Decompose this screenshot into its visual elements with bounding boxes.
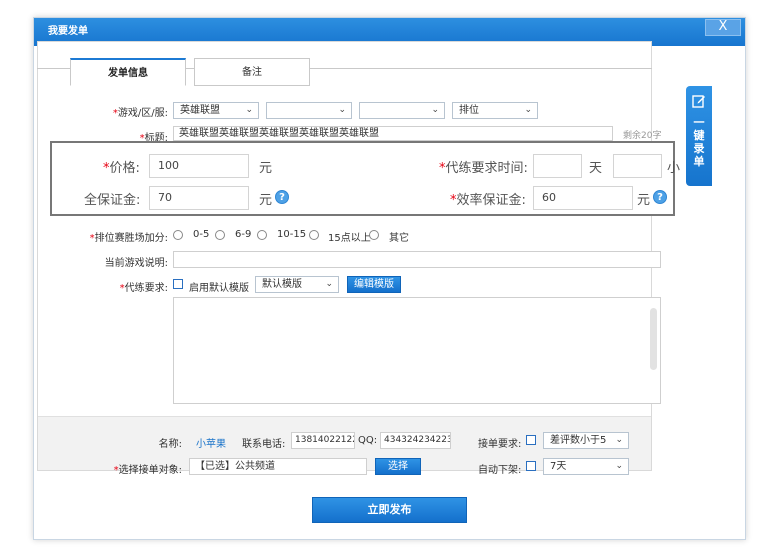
template-select[interactable]: 默认模版 ⌄ — [255, 276, 339, 293]
chevron-down-icon: ⌄ — [431, 105, 439, 115]
qq-label: QQ: — [358, 435, 378, 446]
chevron-down-icon: ⌄ — [615, 435, 623, 445]
default-template-checkbox[interactable] — [173, 279, 183, 289]
game-label: *游戏/区/服: — [96, 104, 168, 119]
region-select[interactable]: ⌄ — [266, 102, 352, 119]
game-select[interactable]: 英雄联盟 ⌄ — [173, 102, 259, 119]
auto-delist-select[interactable]: 7天 ⌄ — [543, 458, 629, 475]
rank-radio-0-5[interactable] — [173, 230, 183, 240]
scrollbar-thumb[interactable] — [650, 308, 657, 370]
qq-input[interactable]: 434324234223 — [380, 432, 451, 449]
efficiency-deposit-input[interactable]: 60 — [533, 186, 633, 210]
accept-requirement-select[interactable]: 差评数小于5 ⌄ — [543, 432, 629, 449]
edit-icon — [692, 95, 705, 108]
price-input[interactable]: 100 — [149, 154, 249, 178]
tab-order-info[interactable]: 发单信息 — [70, 58, 186, 86]
time-hours-unit: 小 — [667, 161, 681, 176]
accept-requirement-value: 差评数小于5 — [550, 435, 607, 446]
game-desc-input[interactable] — [173, 251, 661, 268]
rank-option-label: 其它 — [389, 233, 409, 244]
rank-option-label: 6-9 — [235, 229, 252, 240]
select-target-button[interactable]: 选择 — [375, 458, 421, 475]
price-unit: 元 — [259, 161, 273, 176]
deposit-label: 全保证金: — [84, 193, 141, 208]
title-remaining: 剩余20字 — [623, 131, 662, 141]
time-days-input[interactable] — [533, 154, 582, 178]
quick-entry-tab[interactable]: 一键录单 — [686, 86, 712, 186]
time-hours-input[interactable] — [613, 154, 662, 178]
auto-delist-label: 自动下架: — [478, 465, 522, 476]
deposit-unit: 元 — [259, 193, 273, 208]
edit-template-button[interactable]: 编辑模版 — [347, 276, 401, 293]
game-desc-label: 当前游戏说明: — [104, 258, 168, 269]
rank-option-label: 10-15 — [277, 229, 307, 240]
server-select[interactable]: ⌄ — [359, 102, 445, 119]
chevron-down-icon: ⌄ — [615, 461, 623, 471]
template-select-value: 默认模版 — [262, 279, 302, 290]
game-select-value: 英雄联盟 — [180, 105, 220, 116]
auto-delist-checkbox[interactable] — [526, 461, 536, 471]
rank-radio-10-15[interactable] — [257, 230, 267, 240]
requirements-label: *代练要求: — [119, 283, 168, 294]
efficiency-deposit-label: *效率保证金: — [450, 193, 526, 208]
chevron-down-icon: ⌄ — [524, 105, 532, 115]
name-label: 名称: — [158, 439, 182, 450]
quick-entry-label: 一键录单 — [693, 116, 705, 168]
tab-notes[interactable]: 备注 — [194, 58, 310, 86]
publish-button[interactable]: 立即发布 — [312, 497, 467, 523]
time-days-unit: 天 — [589, 161, 603, 176]
name-value-link[interactable]: 小苹果 — [196, 435, 226, 450]
target-label: *选择接单对象: — [113, 465, 182, 476]
accept-requirement-checkbox[interactable] — [526, 435, 536, 445]
chevron-down-icon: ⌄ — [338, 105, 346, 115]
deposit-input[interactable]: 70 — [149, 186, 249, 210]
requirements-textarea[interactable] — [173, 297, 661, 404]
efficiency-deposit-unit: 元 — [637, 193, 651, 208]
rank-radio-6-9[interactable] — [215, 230, 225, 240]
close-button[interactable]: X — [705, 19, 741, 36]
title-input[interactable]: 英雄联盟英雄联盟英雄联盟英雄联盟英雄联盟 — [173, 126, 613, 141]
rank-radio-other[interactable] — [369, 230, 379, 240]
accept-requirement-label: 接单要求: — [478, 439, 522, 450]
help-icon[interactable]: ? — [275, 190, 289, 204]
type-select[interactable]: 排位 ⌄ — [452, 102, 538, 119]
rank-option-label: 15点以上 — [328, 233, 371, 244]
type-select-value: 排位 — [459, 105, 479, 116]
chevron-down-icon: ⌄ — [245, 105, 253, 115]
rank-bonus-label: *排位赛胜场加分: — [89, 233, 168, 244]
help-icon[interactable]: ? — [653, 190, 667, 204]
rank-option-label: 0-5 — [193, 229, 210, 240]
price-label: *价格: — [103, 161, 140, 176]
time-label: *代练要求时间: — [439, 161, 528, 176]
rank-radio-15-plus[interactable] — [309, 230, 319, 240]
chevron-down-icon: ⌄ — [325, 279, 333, 289]
auto-delist-value: 7天 — [550, 461, 567, 472]
phone-input[interactable]: 13814022122 — [291, 432, 355, 449]
target-input[interactable]: 【已选】公共频道 — [189, 458, 367, 475]
phone-label: 联系电话: — [242, 439, 286, 450]
default-template-label: 启用默认模版 — [189, 283, 249, 294]
game-label-text: 游戏/区/服: — [117, 108, 168, 119]
